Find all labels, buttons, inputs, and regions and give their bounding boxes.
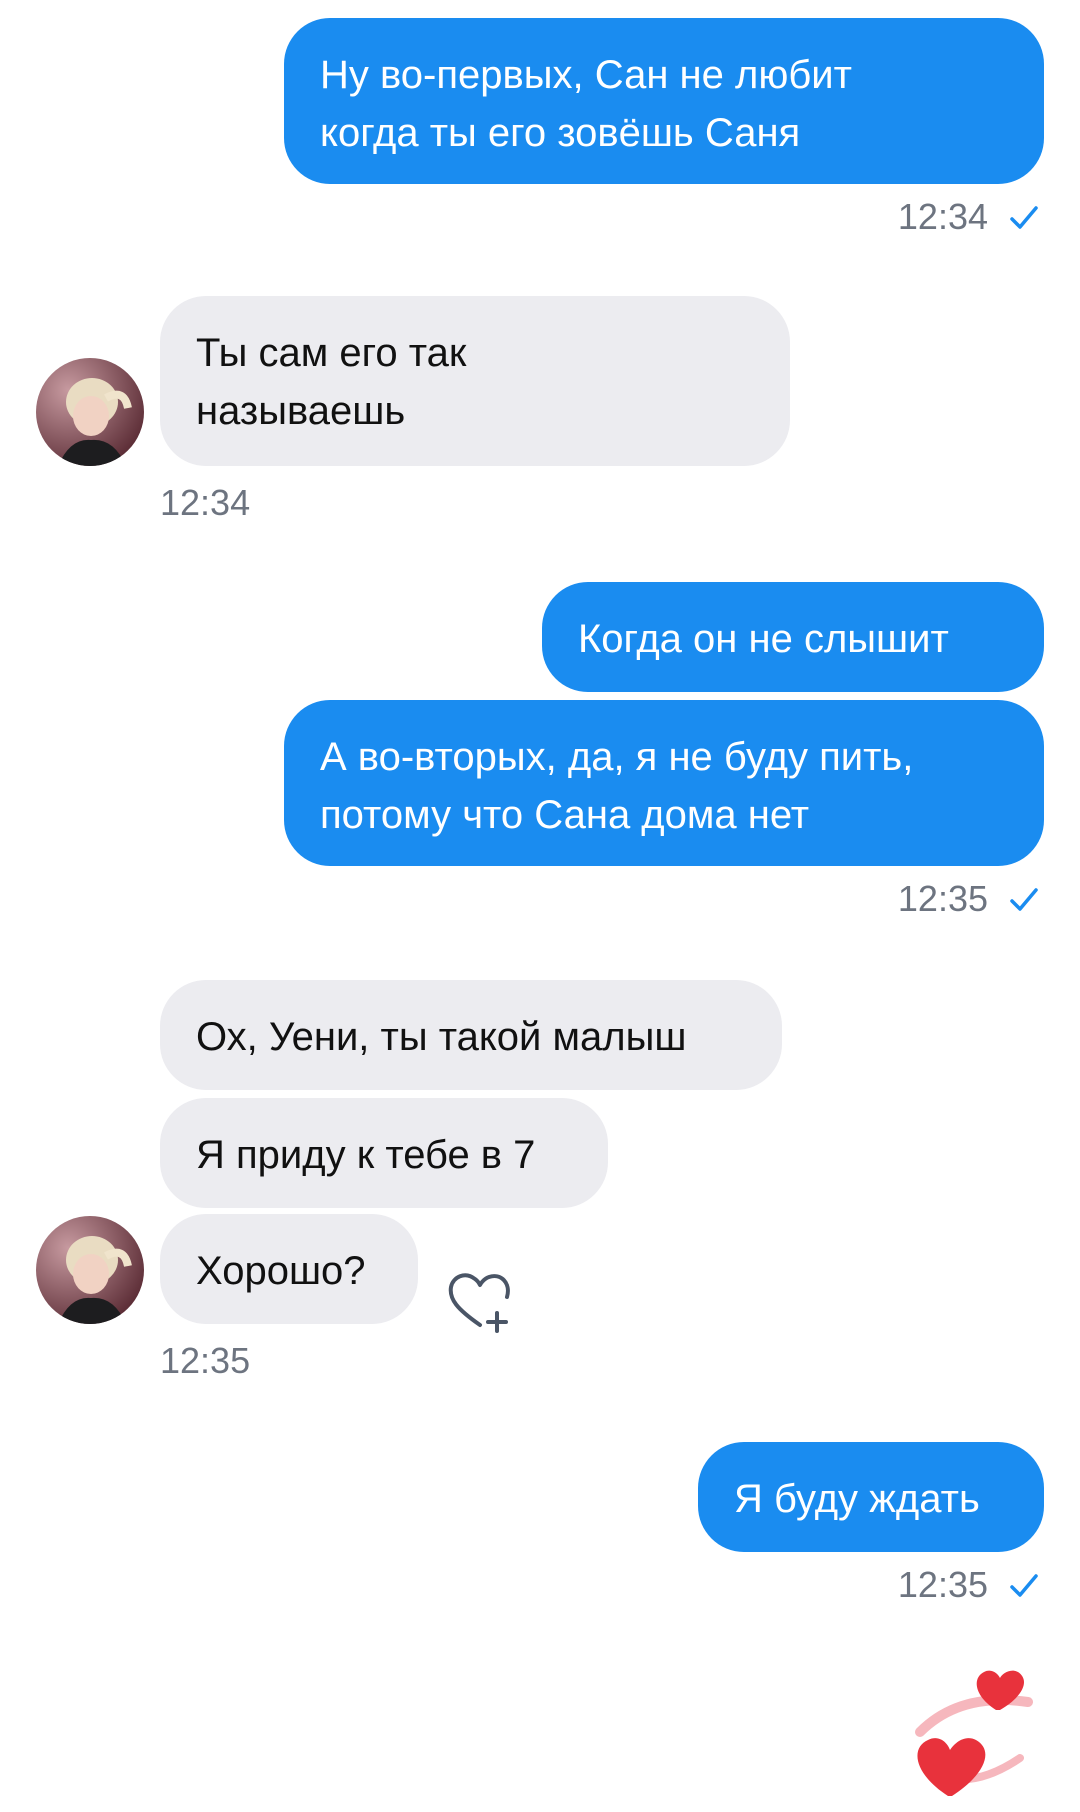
- incoming-message-bubble[interactable]: Я приду к тебе в 7: [160, 1098, 608, 1208]
- message-timestamp: 12:35: [160, 1340, 251, 1381]
- message-timestamp: 12:34: [160, 482, 251, 523]
- avatar[interactable]: [36, 1216, 144, 1324]
- outgoing-message-bubble[interactable]: А во-вторых, да, я не буду пить, потому …: [284, 700, 1044, 866]
- check-icon: [1010, 888, 1038, 911]
- check-icon: [1010, 206, 1038, 229]
- check-icon: [1010, 1574, 1038, 1597]
- message-timestamp: 12:35: [897, 878, 988, 919]
- chat-thread: Ну во-первых, Сан не любит когда ты его …: [0, 0, 1080, 1812]
- outgoing-message-bubble[interactable]: Я буду ждать: [698, 1442, 1044, 1552]
- avatar[interactable]: [36, 358, 144, 466]
- outgoing-message-bubble[interactable]: Когда он не слышит: [542, 582, 1044, 692]
- message-timestamp: 12:34: [897, 196, 988, 237]
- outgoing-message-bubble[interactable]: Ну во-первых, Сан не любит когда ты его …: [284, 18, 1044, 184]
- incoming-message-bubble[interactable]: Хорошо?: [160, 1214, 418, 1324]
- heart-plus-icon[interactable]: [445, 1265, 515, 1335]
- incoming-message-bubble[interactable]: Ты сам его так называешь: [160, 296, 790, 466]
- hearts-icon[interactable]: [900, 1662, 1040, 1802]
- incoming-message-bubble[interactable]: Ох, Уени, ты такой малыш: [160, 980, 782, 1090]
- message-timestamp: 12:35: [897, 1564, 988, 1605]
